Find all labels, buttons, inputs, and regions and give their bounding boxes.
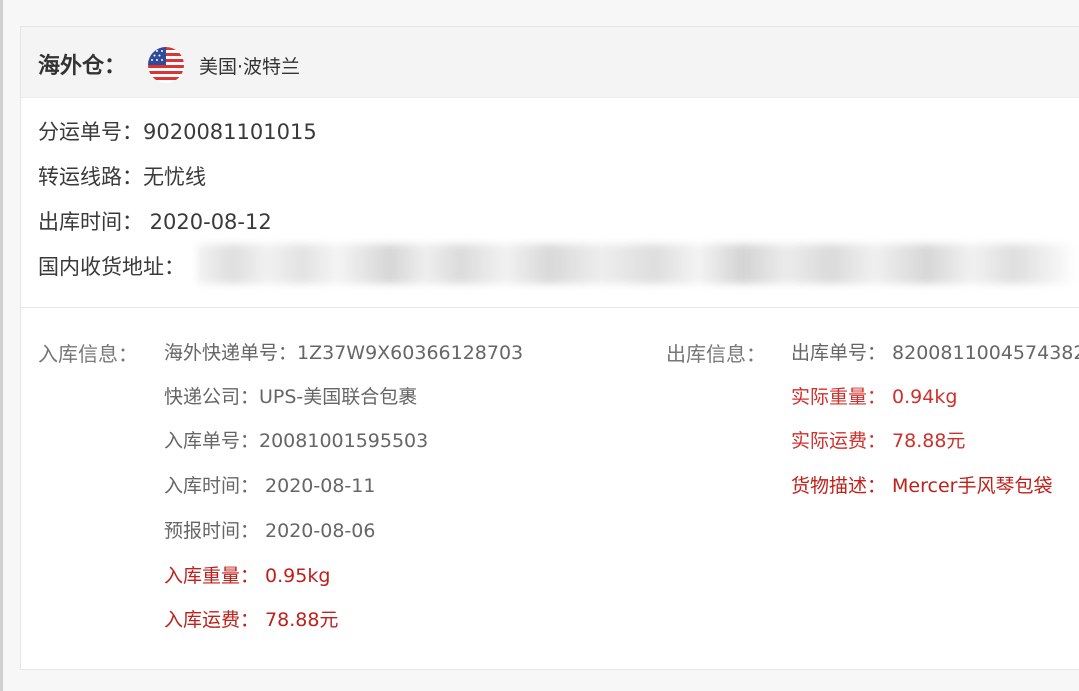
inbound-order-number: 入库单号：20081001595503 bbox=[164, 430, 429, 452]
section-divider bbox=[21, 307, 1079, 308]
warehouse-label: 海外仓： bbox=[38, 54, 127, 79]
courier-company: 快递公司：UPS-美国联合包裹 bbox=[164, 386, 418, 408]
inbound-section-title: 入库信息： bbox=[38, 342, 138, 366]
warehouse-card: 海外仓： 美国·波特兰 分运单号：9020081101015 转运线路：无忧线 … bbox=[20, 26, 1079, 670]
outbound-order-number: 出库单号： 8200811004574382 bbox=[791, 342, 1079, 364]
inbound-fee: 入库运费： 78.88元 bbox=[164, 609, 339, 631]
page-background: 海外仓： 美国·波特兰 分运单号：9020081101015 转运线路：无忧线 … bbox=[0, 0, 1079, 691]
shipment-number: 分运单号：9020081101015 bbox=[38, 120, 317, 144]
left-edge-line bbox=[0, 0, 3, 691]
domestic-address-label: 国内收货地址： bbox=[38, 255, 185, 279]
inbound-weight: 入库重量： 0.95kg bbox=[164, 565, 331, 587]
overseas-express-number: 海外快递单号：1Z37W9X60366128703 bbox=[164, 342, 524, 364]
warehouse-location: 美国·波特兰 bbox=[199, 56, 301, 78]
outbound-section-title: 出库信息： bbox=[666, 342, 766, 366]
us-flag-icon bbox=[148, 47, 184, 83]
outbound-time: 出库时间： 2020-08-12 bbox=[38, 210, 272, 234]
inbound-time: 入库时间： 2020-08-11 bbox=[164, 475, 376, 497]
goods-description: 货物描述： Mercer手风琴包袋 bbox=[791, 475, 1053, 497]
actual-weight: 实际重量： 0.94kg bbox=[791, 386, 958, 408]
transit-route: 转运线路：无忧线 bbox=[38, 165, 206, 189]
forecast-time: 预报时间： 2020-08-06 bbox=[164, 520, 376, 542]
blurred-address bbox=[197, 244, 1077, 284]
card-header: 海外仓： 美国·波特兰 bbox=[21, 27, 1079, 98]
actual-fee: 实际运费： 78.88元 bbox=[791, 430, 966, 452]
